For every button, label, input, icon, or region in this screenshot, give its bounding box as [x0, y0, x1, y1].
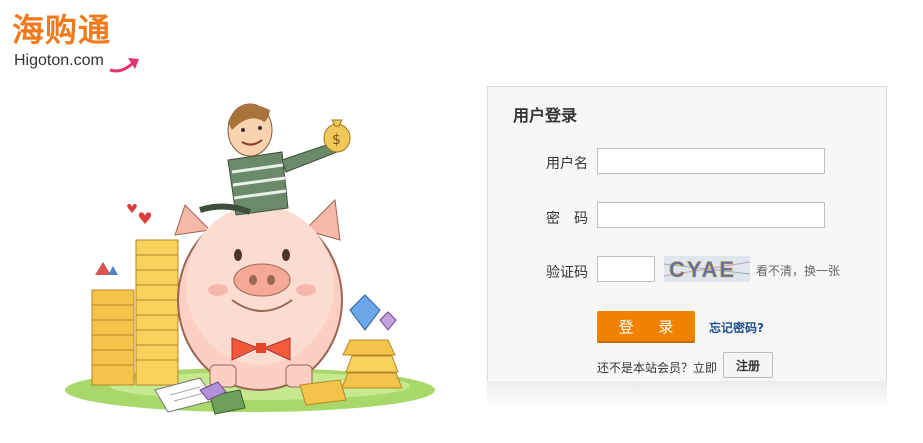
username-label: 用户名 [546, 156, 588, 172]
login-title: 用户登录 [513, 106, 578, 125]
register-button[interactable]: 注册 [723, 352, 773, 378]
register-prompt: 还不是本站会员？立即 [597, 361, 718, 375]
password-input[interactable] [597, 202, 825, 228]
refresh-captcha-link[interactable]: 看不清，换一张 [756, 262, 840, 279]
piggy-bank [174, 198, 343, 391]
logo-chinese-text: 海购通 [12, 11, 112, 49]
login-panel: 用户登录 用户名 密 码 验证码 CYAE 看不清，换一张 登 录 忘记密码? … [487, 86, 887, 382]
username-input[interactable] [597, 148, 825, 174]
logo-english-text: Higoton.com [14, 52, 104, 69]
captcha-input[interactable] [597, 256, 655, 282]
captcha-text: CYAE [669, 257, 736, 282]
piggy-bank-illustration: $ [65, 103, 435, 415]
site-logo[interactable]: 海购通 Higoton.com [12, 8, 142, 73]
login-button[interactable]: 登 录 [597, 311, 695, 343]
coin-stacks-left [91, 204, 179, 386]
panel-shadow [487, 381, 887, 411]
captcha-label: 验证码 [546, 265, 588, 281]
captcha-image[interactable]: CYAE [664, 256, 750, 282]
password-label: 密 码 [546, 211, 588, 227]
svg-text:$: $ [332, 132, 341, 148]
boy-figure: $ [199, 103, 351, 216]
logo-arrow-icon [109, 58, 139, 73]
forgot-password-link[interactable]: 忘记密码? [709, 319, 764, 336]
